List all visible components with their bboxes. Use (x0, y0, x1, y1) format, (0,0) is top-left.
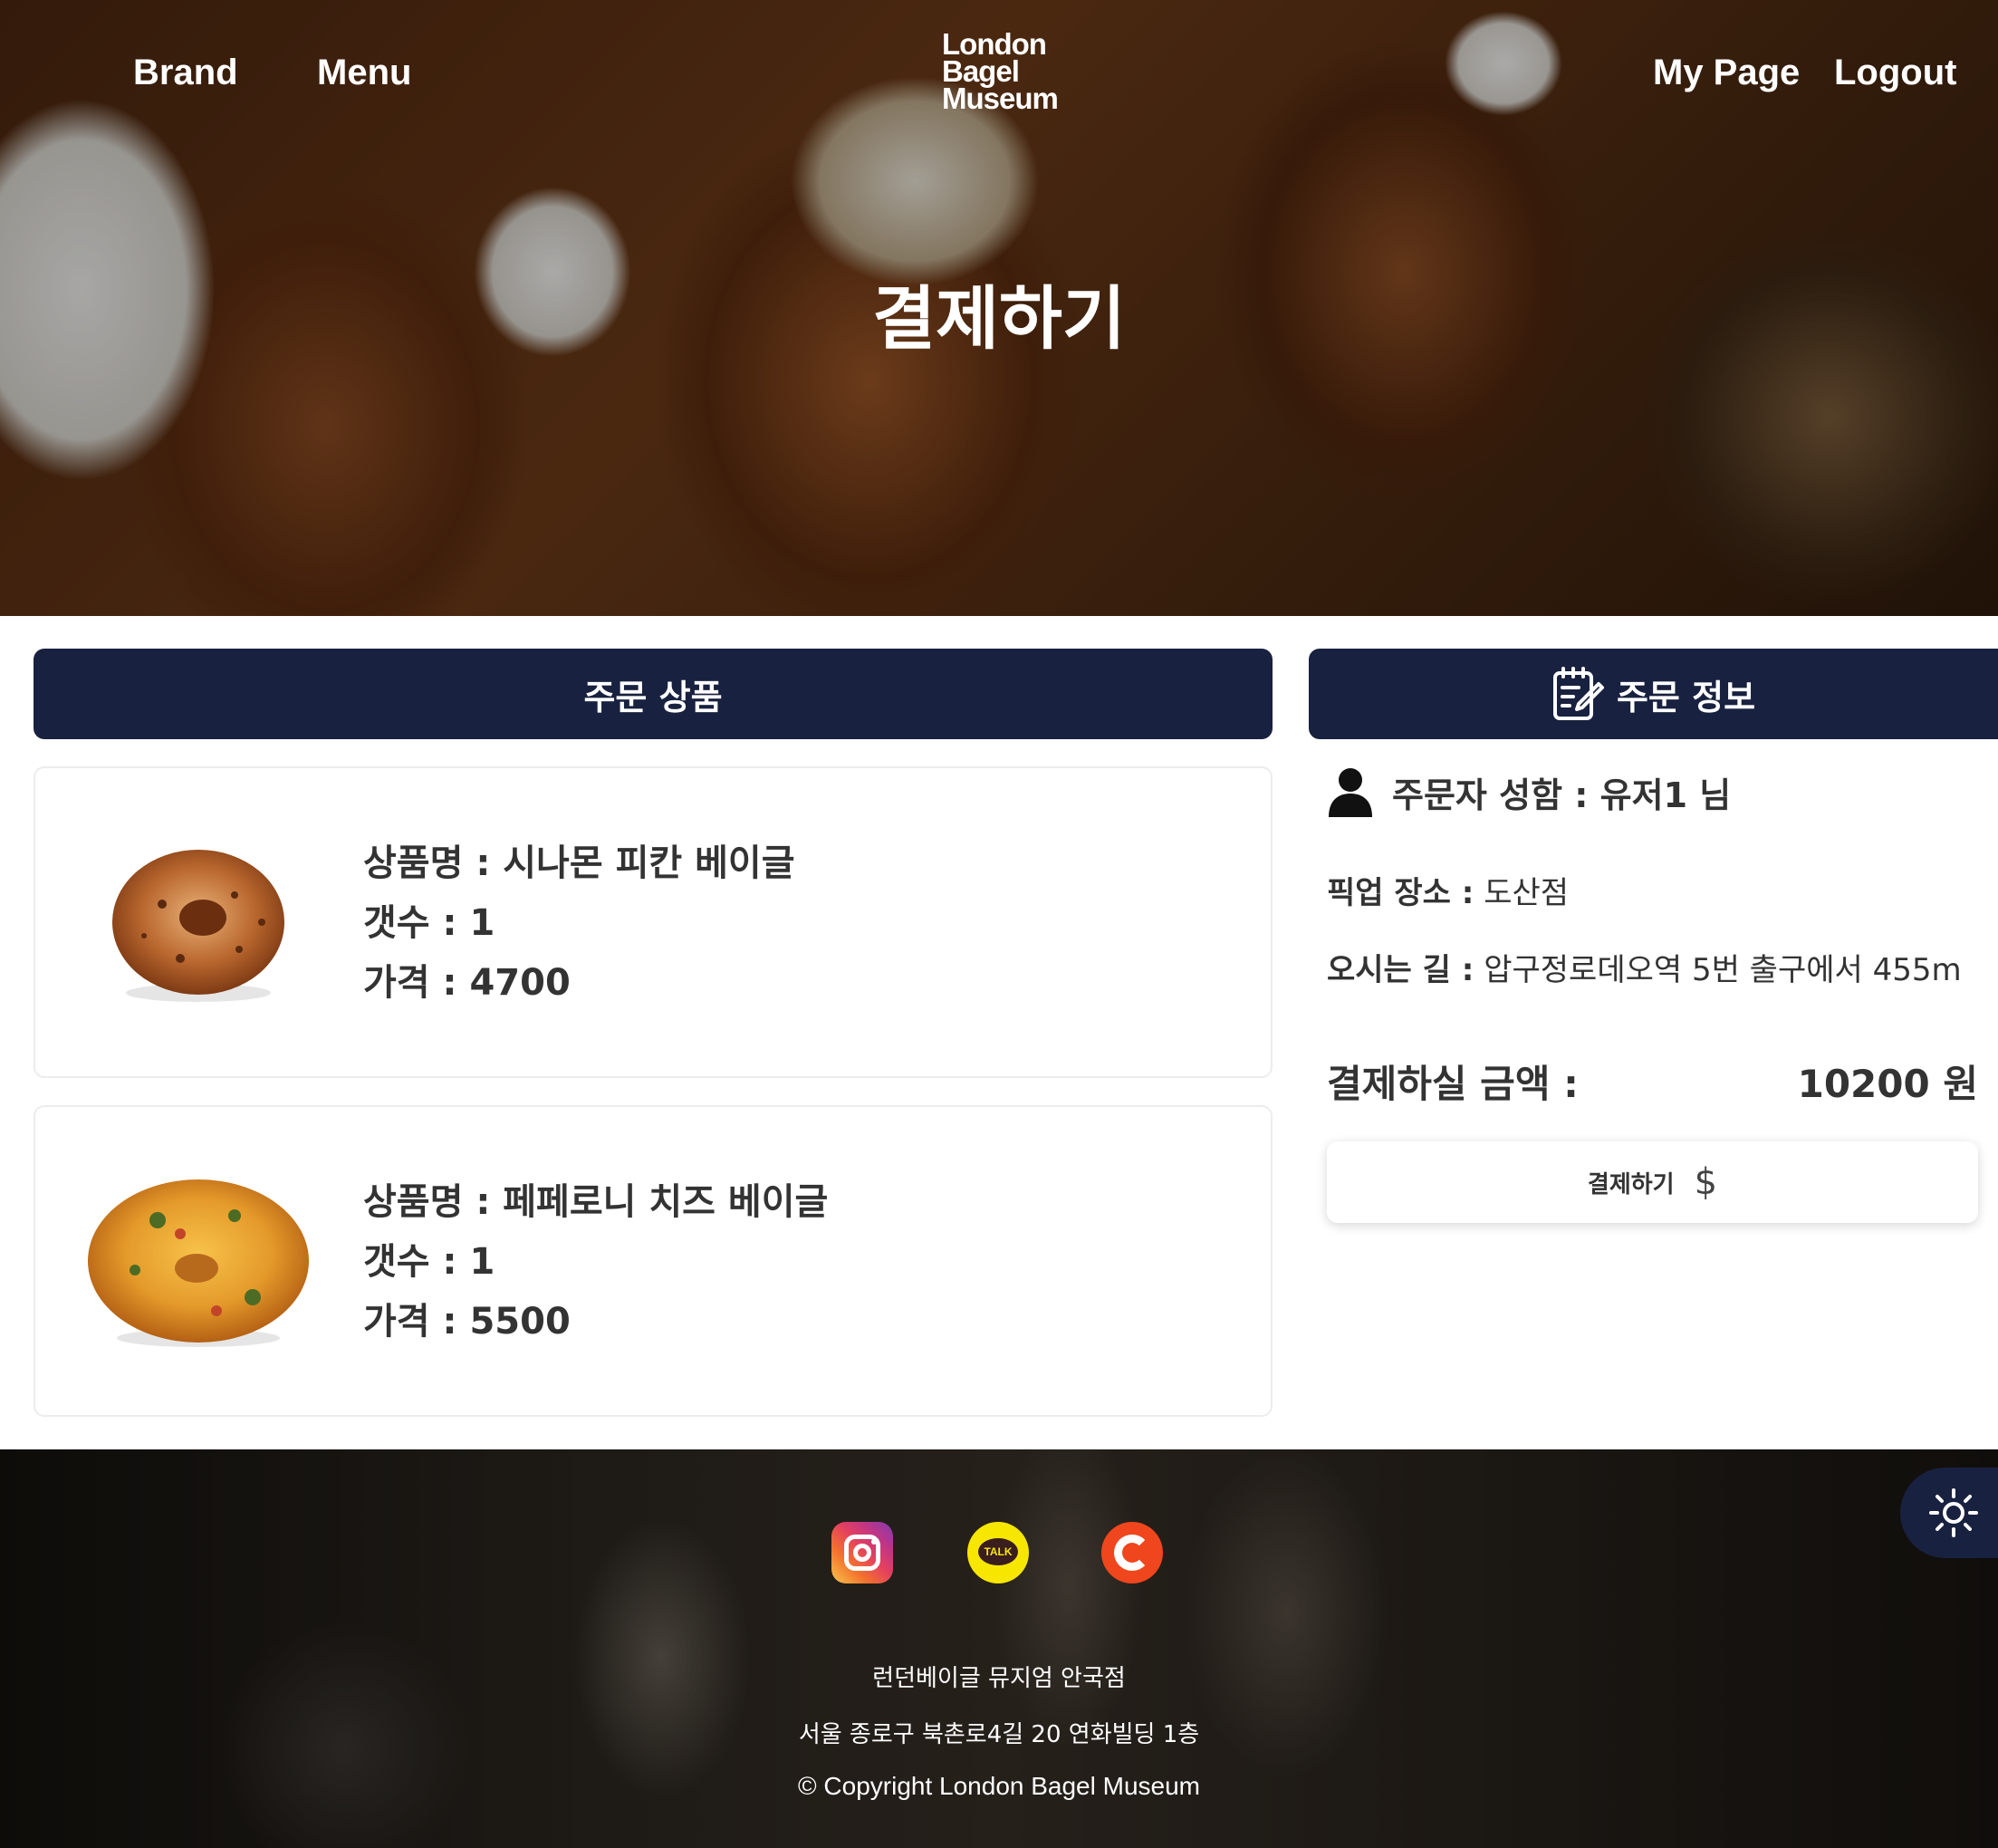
product-price: 가격 : 4700 (363, 962, 571, 1004)
instagram-icon[interactable] (831, 1522, 893, 1583)
order-item-card: 상품명 : 시나몬 피칸 베이글 갯수 : 1 가격 : 4700 (34, 766, 1273, 1078)
pickup-value: 도산점 (1474, 875, 1570, 911)
hero-banner: Brand Menu My Page Logout London Bagel M… (0, 0, 1998, 616)
product-name: 상품명 : 시나몬 피칸 베이글 (363, 842, 795, 884)
order-item-info: 상품명 : 페페로니 치즈 베이글 갯수 : 1 가격 : 5500 (363, 1172, 828, 1352)
pay-button-label: 결제하기 (1587, 1170, 1675, 1198)
pickup-location: 픽업 장소 : 도산점 (1327, 868, 1569, 912)
payment-amount: 10200 원 (1797, 1062, 1978, 1106)
page-title: 결제하기 (872, 278, 1126, 359)
cinnamon-pecan-bagel-image (112, 850, 284, 1002)
nav-menu-link[interactable]: Menu (317, 53, 411, 93)
catchtable-icon[interactable] (1101, 1522, 1163, 1583)
order-item-info: 상품명 : 시나몬 피칸 베이글 갯수 : 1 가격 : 4700 (363, 833, 795, 1013)
footer-store-name: 런던베이글 뮤지엄 안국점 (872, 1665, 1126, 1692)
kakaotalk-icon[interactable]: TALK (967, 1522, 1029, 1583)
order-item-card: 상품명 : 페페로니 치즈 베이글 갯수 : 1 가격 : 5500 (34, 1105, 1273, 1417)
sun-icon (1929, 1488, 1978, 1537)
nav-logout-link[interactable]: Logout (1834, 53, 1957, 93)
orderer-name-row: 주문자 성함 : 유저1 님 (1327, 766, 1731, 817)
pepperoni-cheese-bagel-image (88, 1179, 309, 1347)
product-name: 상품명 : 페페로니 치즈 베이글 (363, 1181, 829, 1223)
pickup-label: 픽업 장소 : (1327, 875, 1474, 911)
payment-amount-label: 결제하실 금액 : (1327, 1062, 1579, 1106)
user-icon (1329, 768, 1372, 817)
kakaotalk-label: TALK (978, 1538, 1018, 1565)
order-info-header: 주문 정보 (1309, 649, 1998, 739)
product-quantity: 갯수 : 1 (363, 902, 495, 944)
pay-button[interactable]: 결제하기 $ (1327, 1141, 1978, 1223)
footer-address: 서울 종로구 북촌로4길 20 연화빌딩 1층 (798, 1721, 1200, 1748)
footer: TALK 런던베이글 뮤지엄 안국점 서울 종로구 북촌로4길 20 연화빌딩 … (0, 1449, 1998, 1848)
order-info-header-label: 주문 정보 (1616, 677, 1756, 717)
theme-toggle-button[interactable] (1900, 1468, 1998, 1558)
notepad-pencil-icon (1552, 667, 1604, 720)
product-price: 가격 : 5500 (363, 1301, 571, 1343)
order-items-header-label: 주문 상품 (583, 677, 723, 717)
dollar-icon: $ (1694, 1161, 1718, 1203)
directions-value: 압구정로데오역 5번 출구에서 455m (1474, 952, 1962, 988)
directions: 오시는 길 : 압구정로데오역 5번 출구에서 455m (1327, 945, 1962, 989)
nav-brand-link[interactable]: Brand (133, 53, 238, 93)
site-logo[interactable]: London Bagel Museum (942, 29, 1059, 115)
order-items-header: 주문 상품 (34, 649, 1273, 739)
orderer-name: 주문자 성함 : 유저1 님 (1392, 775, 1732, 815)
directions-label: 오시는 길 : (1327, 952, 1474, 988)
footer-copyright: © Copyright London Bagel Museum (798, 1772, 1200, 1800)
logo-line: Museum (942, 82, 1059, 115)
product-quantity: 갯수 : 1 (363, 1241, 495, 1283)
nav-my-page-link[interactable]: My Page (1653, 53, 1800, 93)
